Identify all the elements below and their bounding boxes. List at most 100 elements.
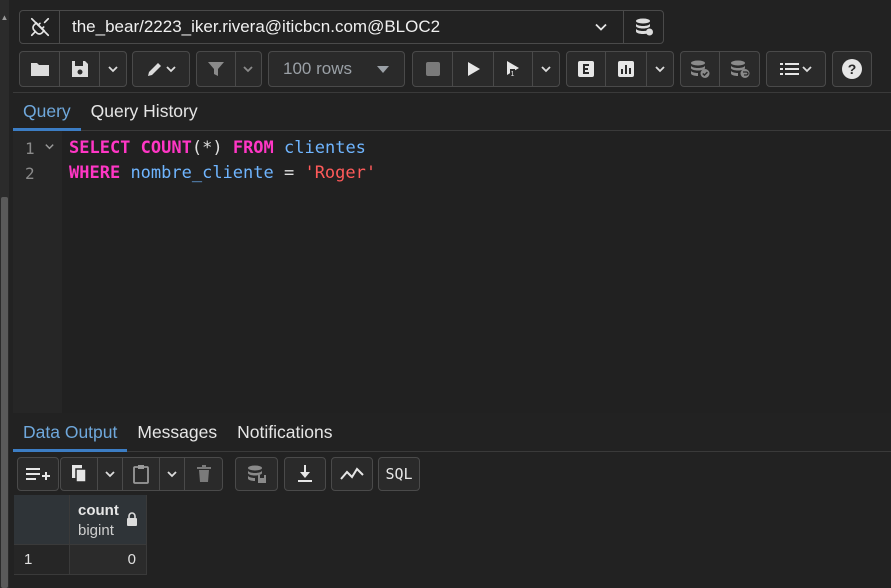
commit-button[interactable] <box>681 52 721 86</box>
connection-dropdown-toggle[interactable] <box>579 20 623 34</box>
scrollbar-thumb[interactable] <box>1 197 8 588</box>
execute-dropdown-toggle[interactable] <box>533 52 559 86</box>
filter-button[interactable] <box>197 52 236 86</box>
connection-status-button[interactable] <box>20 11 60 43</box>
download-button[interactable] <box>285 458 325 490</box>
execute-script-button[interactable]: 1 <box>494 52 534 86</box>
save-file-button[interactable] <box>60 52 100 86</box>
sql-group: SQL <box>378 457 420 491</box>
explain-dropdown-toggle[interactable] <box>647 52 673 86</box>
filter-dropdown-toggle[interactable] <box>236 52 261 86</box>
paste-dropdown-toggle[interactable] <box>160 458 186 490</box>
code-token: (*) <box>191 138 223 158</box>
copy-dropdown-toggle[interactable] <box>98 458 124 490</box>
copy-icon <box>71 465 87 483</box>
save-data-group <box>235 457 278 491</box>
sql-editor[interactable]: 1 2 SELECT COUNT(*) FROM clientes WHERE … <box>13 131 891 413</box>
add-row-icon <box>26 468 50 480</box>
chevron-down-icon <box>108 66 118 73</box>
connection-label[interactable]: the_bear/2223_iker.rivera@iticbcn.com@BL… <box>60 17 579 37</box>
code-token: nombre_cliente <box>130 163 274 183</box>
code-token: clientes <box>284 138 366 158</box>
tab-notifications[interactable]: Notifications <box>227 414 342 451</box>
add-row-button[interactable] <box>18 458 58 490</box>
column-header-count[interactable]: count bigint <box>70 495 147 545</box>
help-group: ? <box>832 51 872 87</box>
play-icon <box>468 62 481 76</box>
paste-button[interactable] <box>123 458 160 490</box>
stop-icon <box>425 62 440 76</box>
explain-icon <box>578 61 595 77</box>
save-data-icon <box>247 465 266 483</box>
sql-label: SQL <box>385 465 413 483</box>
caret-down-icon <box>377 66 389 73</box>
transaction-group <box>680 51 760 87</box>
play-script-icon: 1 <box>507 61 520 78</box>
tab-query[interactable]: Query <box>13 93 81 131</box>
stop-button[interactable] <box>413 52 454 86</box>
database-icon <box>635 18 653 36</box>
fold-chevron-icon[interactable] <box>44 141 55 155</box>
sql-view-button[interactable]: SQL <box>379 458 419 490</box>
line-number: 1 <box>25 139 35 158</box>
output-tab-bar: Data Output Messages Notifications <box>13 414 891 452</box>
new-connection-button[interactable] <box>623 11 663 43</box>
explain-button[interactable] <box>567 52 607 86</box>
explain-analyze-button[interactable] <box>606 52 648 86</box>
chevron-down-icon <box>802 66 812 73</box>
edit-group <box>132 51 190 87</box>
editor-gutter: 1 2 <box>13 131 62 413</box>
rows-limit-value: 100 rows <box>283 59 352 78</box>
table-cell[interactable]: 0 <box>70 545 147 575</box>
explain-group <box>566 51 674 87</box>
format-menu-button[interactable] <box>767 52 825 86</box>
add-row-group <box>17 457 59 491</box>
rollback-button[interactable] <box>720 52 759 86</box>
row-number-cell[interactable]: 1 <box>14 545 70 575</box>
tab-messages[interactable]: Messages <box>127 414 227 451</box>
scroll-up-arrow-icon[interactable]: ▲ <box>0 14 9 22</box>
left-scrollbar[interactable]: ▲ <box>0 0 9 588</box>
download-group <box>284 457 326 491</box>
tab-query-history[interactable]: Query History <box>81 93 208 130</box>
save-dropdown-toggle[interactable] <box>100 52 126 86</box>
column-type: bigint <box>78 522 114 539</box>
chevron-down-icon <box>541 66 551 73</box>
copy-button[interactable] <box>61 458 98 490</box>
row-number: 1 <box>24 551 33 568</box>
grid-corner[interactable] <box>14 495 70 545</box>
line-number: 2 <box>25 164 35 183</box>
open-file-button[interactable] <box>20 52 60 86</box>
help-button[interactable]: ? <box>833 52 871 86</box>
graph-icon <box>340 467 364 480</box>
code-token: FROM <box>232 138 274 158</box>
folder-icon <box>30 63 49 76</box>
output-toolbar: SQL <box>0 457 891 491</box>
clipboard-group <box>60 457 223 491</box>
list-format-icon <box>780 63 799 75</box>
code-line-2: WHERE nombre_cliente = 'Roger' <box>69 163 376 183</box>
lock-icon <box>126 512 138 531</box>
edit-menu-button[interactable] <box>133 52 189 86</box>
column-name: count <box>78 502 119 519</box>
chevron-down-icon <box>166 66 176 73</box>
save-data-button[interactable] <box>236 458 277 490</box>
code-token: = <box>273 163 305 183</box>
graph-visualiser-button[interactable] <box>332 458 372 490</box>
cell-value: 0 <box>127 551 136 568</box>
tab-data-output[interactable]: Data Output <box>13 414 128 452</box>
delete-row-button[interactable] <box>185 458 222 490</box>
help-icon: ? <box>842 59 862 79</box>
code-token: WHERE <box>69 163 121 183</box>
code-token: COUNT <box>140 138 192 158</box>
code-token: 'Roger' <box>304 163 377 183</box>
format-group <box>766 51 826 87</box>
execute-group: 1 <box>412 51 560 87</box>
rows-limit-select[interactable]: 100 rows <box>268 51 405 87</box>
execute-button[interactable] <box>453 52 494 86</box>
connection-bar: the_bear/2223_iker.rivera@iticbcn.com@BL… <box>19 10 664 44</box>
filter-icon <box>207 62 224 76</box>
